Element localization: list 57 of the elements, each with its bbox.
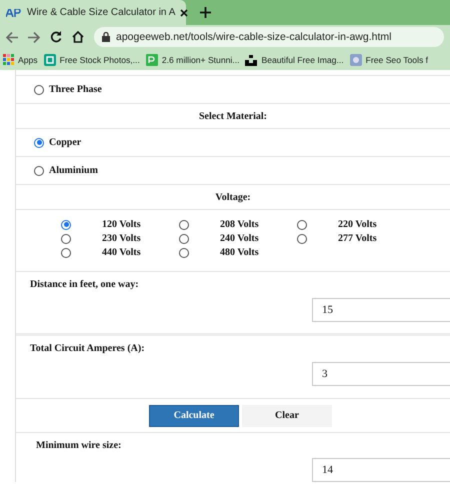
radio-button[interactable]	[61, 234, 71, 244]
plus-icon	[200, 7, 211, 18]
reload-button[interactable]	[50, 31, 62, 43]
radio-button[interactable]	[179, 248, 189, 258]
option-label: Aluminium	[49, 165, 98, 176]
site-logo-icon	[44, 54, 56, 66]
input-field[interactable]: 3	[312, 362, 450, 386]
result-label: Minimum wire size:	[36, 440, 122, 451]
site-logo-icon	[245, 54, 258, 66]
radio-button[interactable]	[34, 84, 44, 94]
forward-button[interactable]	[28, 32, 40, 42]
home-icon	[72, 31, 84, 43]
section-heading: Select Material:	[198, 110, 268, 122]
option-label: Three Phase	[49, 84, 102, 95]
radio-button[interactable]	[297, 220, 307, 230]
radio-button[interactable]	[61, 248, 71, 258]
forward-arrow-icon	[28, 32, 40, 42]
address-bar[interactable]: apogeeweb.net/tools/wire-cable-size-calculator-in-awg.html	[94, 27, 444, 47]
input-field[interactable]: 15	[312, 298, 450, 322]
calculate-button[interactable]: Calculate	[149, 404, 239, 426]
home-button[interactable]	[72, 31, 84, 43]
back-button[interactable]	[6, 32, 18, 42]
voltage-label: 220 Volts	[338, 219, 377, 230]
voltage-label: 440 Volts	[102, 247, 141, 258]
apps-button[interactable]: Apps	[3, 54, 38, 65]
option-label: Copper	[49, 137, 82, 148]
tab-title: Wire & Cable Size Calculator in A	[27, 7, 176, 18]
apps-grid-icon	[3, 54, 14, 65]
radio-button[interactable]	[179, 234, 189, 244]
field-label: Total Circuit Amperes (A):	[30, 343, 146, 354]
radio-button[interactable]	[34, 166, 44, 176]
bookmark[interactable]: Beautiful Free Imag...	[245, 54, 344, 66]
field-label: Distance in feet, one way:	[30, 279, 140, 290]
result-field[interactable]: 14	[312, 458, 450, 482]
bookmark[interactable]: Free Stock Photos,...	[44, 54, 140, 66]
clear-button[interactable]: Clear	[242, 404, 332, 426]
voltage-label: 277 Volts	[338, 233, 377, 244]
bookmark[interactable]: Free Seo Tools f	[350, 54, 428, 66]
site-logo-icon	[146, 54, 158, 66]
lock-icon	[102, 32, 110, 42]
voltage-label: 240 Volts	[220, 233, 259, 244]
radio-button[interactable]	[297, 234, 307, 244]
radio-button[interactable]	[61, 220, 71, 230]
bookmark[interactable]: 2.6 million+ Stunni...	[146, 54, 240, 66]
reload-icon	[50, 31, 62, 43]
back-arrow-icon	[6, 32, 18, 42]
site-logo-icon	[6, 8, 22, 16]
voltage-label: 230 Volts	[102, 233, 141, 244]
voltage-label: 480 Volts	[220, 247, 259, 258]
site-logo-icon	[350, 54, 362, 66]
browser-tab[interactable]: Wire & Cable Size Calculator in A	[0, 0, 186, 25]
close-icon[interactable]	[180, 8, 188, 16]
radio-button[interactable]	[179, 220, 189, 230]
radio-button[interactable]	[34, 138, 44, 148]
voltage-label: 208 Volts	[220, 219, 259, 230]
voltage-label: 120 Volts	[102, 219, 141, 230]
section-heading: Voltage:	[215, 192, 251, 202]
